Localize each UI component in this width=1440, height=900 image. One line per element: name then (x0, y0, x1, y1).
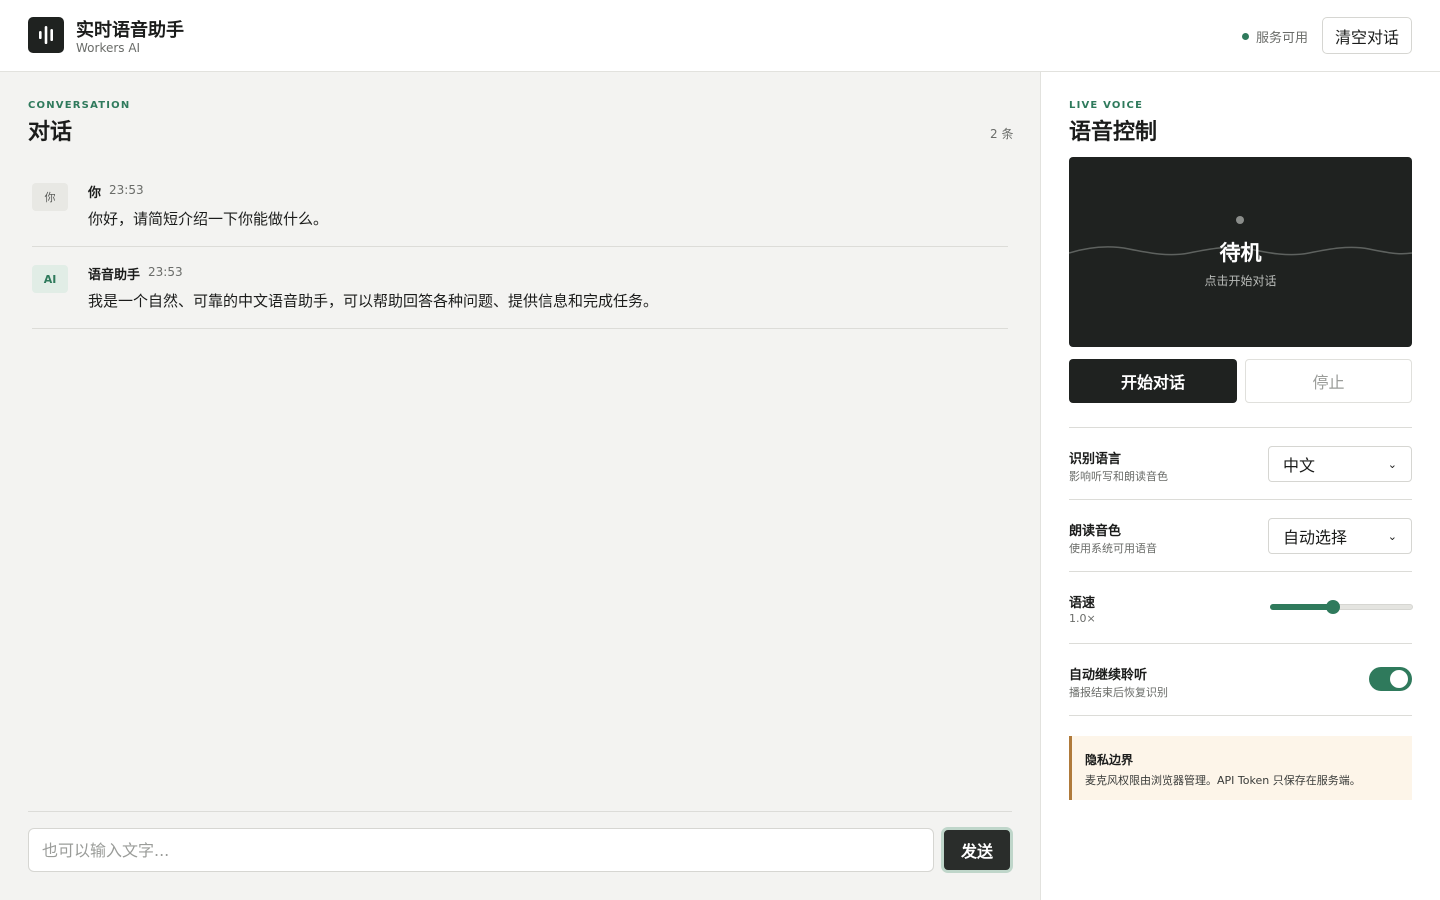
user-avatar: 你 (32, 183, 68, 211)
status-text: 服务可用 (1256, 31, 1309, 46)
privacy-text: 麦克风权限由浏览器管理。API Token 只保存在服务端。 (1085, 774, 1361, 787)
app-title: 实时语音助手 (76, 20, 184, 41)
voice-label: 朗读音色 (1069, 524, 1122, 539)
service-status: 服务可用 (1242, 27, 1308, 46)
voice-value: 自动选择 (1283, 528, 1348, 547)
message-text: 我是一个自然、可靠的中文语音助手，可以帮助回答各种问题、提供信息和完成任务。 (88, 292, 659, 310)
voice-title: 语音控制 (1069, 120, 1158, 145)
start-conversation-button[interactable]: 开始对话 (1069, 359, 1237, 403)
app-subtitle: Workers AI (76, 41, 141, 55)
auto-listen-label: 自动继续聆听 (1069, 668, 1148, 683)
message-item: AI 语音助手 23:53 我是一个自然、可靠的中文语音助手，可以帮助回答各种问… (32, 247, 1008, 329)
language-select[interactable]: 中文 ⌄ (1268, 446, 1412, 482)
message-time: 23:53 (148, 265, 183, 279)
message-author: 语音助手 (88, 268, 141, 283)
message-count: 2 条 (990, 127, 1014, 141)
voice-state: 待机 (1219, 241, 1262, 265)
divider (1069, 427, 1412, 428)
rate-label: 语速 (1069, 596, 1096, 611)
message-time: 23:53 (109, 183, 144, 197)
auto-listen-toggle[interactable] (1369, 667, 1412, 691)
language-label: 识别语言 (1069, 452, 1122, 467)
chevron-down-icon: ⌄ (1387, 529, 1397, 543)
voice-hint: 点击开始对话 (1204, 274, 1277, 288)
text-message-input[interactable] (28, 828, 934, 872)
voice-visualizer: 待机 点击开始对话 (1069, 157, 1412, 347)
voice-logo-icon (28, 17, 64, 53)
chevron-down-icon: ⌄ (1387, 457, 1397, 471)
ai-avatar: AI (32, 265, 68, 293)
rate-slider-fill (1270, 604, 1333, 610)
stop-button[interactable]: 停止 (1245, 359, 1412, 403)
message-item: 你 你 23:53 你好，请简短介绍一下你能做什么。 (32, 172, 1008, 247)
divider (1069, 571, 1412, 572)
message-text: 你好，请简短介绍一下你能做什么。 (88, 210, 329, 228)
language-desc: 影响听写和朗读音色 (1069, 470, 1168, 483)
rate-slider-handle[interactable] (1326, 600, 1340, 614)
app-header: 实时语音助手 Workers AI 服务可用 清空对话 (0, 0, 1440, 72)
clear-conversation-button[interactable]: 清空对话 (1322, 17, 1412, 54)
divider (1069, 643, 1412, 644)
voice-indicator-dot (1236, 216, 1244, 224)
language-value: 中文 (1283, 456, 1316, 475)
divider (1069, 499, 1412, 500)
status-dot-icon (1242, 33, 1249, 40)
conversation-title: 对话 (28, 120, 73, 145)
message-author: 你 (88, 186, 102, 201)
auto-listen-desc: 播报结束后恢复识别 (1069, 686, 1168, 699)
voice-desc: 使用系统可用语音 (1069, 542, 1157, 555)
conversation-eyebrow: CONVERSATION (28, 100, 131, 111)
privacy-notice: 隐私边界 麦克风权限由浏览器管理。API Token 只保存在服务端。 (1069, 736, 1412, 800)
divider (1069, 715, 1412, 716)
toggle-knob (1390, 670, 1408, 688)
send-button[interactable]: 发送 (941, 827, 1013, 873)
privacy-title: 隐私边界 (1085, 753, 1134, 767)
rate-desc: 1.0× (1069, 612, 1096, 625)
voice-select[interactable]: 自动选择 ⌄ (1268, 518, 1412, 554)
voice-eyebrow: LIVE VOICE (1069, 100, 1144, 111)
input-divider (28, 811, 1012, 812)
